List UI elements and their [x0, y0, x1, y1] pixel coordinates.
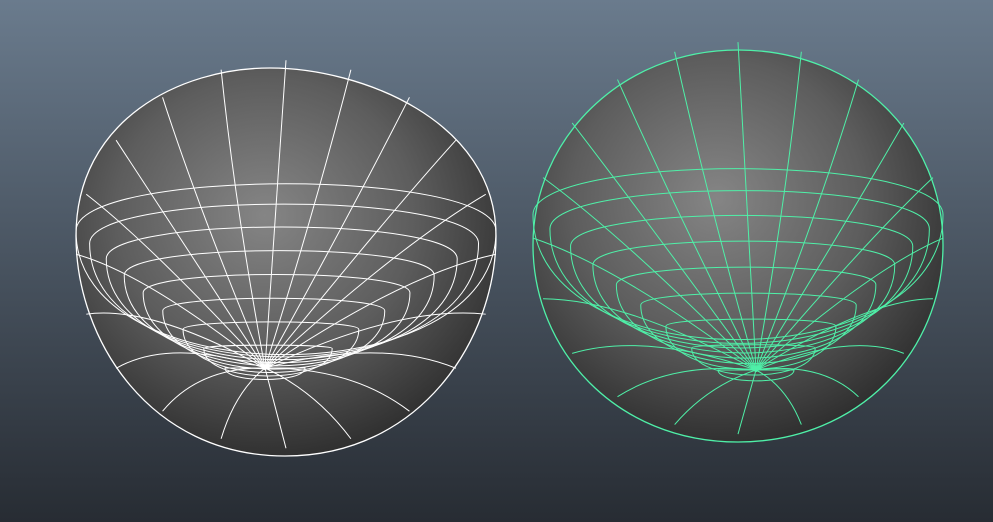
- 3d-viewport[interactable]: [0, 0, 993, 522]
- pole-vertex: [754, 368, 758, 372]
- pole-vertex: [263, 366, 267, 370]
- sphere-right-surface[interactable]: [533, 50, 943, 442]
- viewport-canvas[interactable]: [0, 0, 993, 522]
